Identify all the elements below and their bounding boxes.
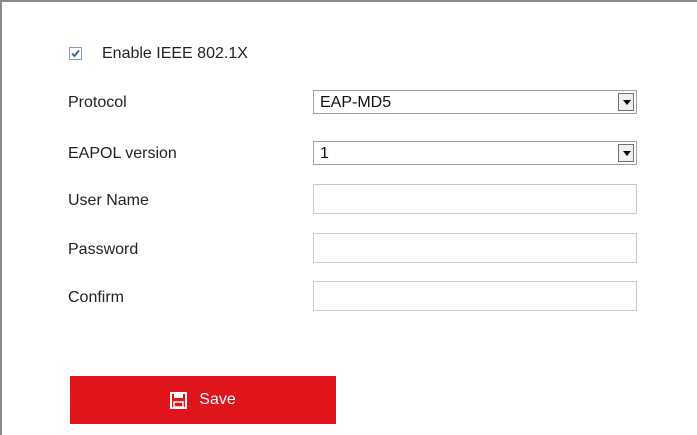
password-label: Password [68,241,139,258]
eapol-version-label: EAPOL version [68,145,177,162]
confirm-label: Confirm [68,289,125,306]
confirm-password-input[interactable] [313,281,637,311]
enable-8021x-checkbox[interactable] [69,47,82,60]
chevron-down-icon[interactable] [618,93,634,111]
user-name-input[interactable] [313,184,637,214]
protocol-selected-value: EAP-MD5 [320,94,392,111]
eapol-version-select[interactable]: 1 [313,141,637,165]
save-button-label: Save [199,391,236,408]
user-name-label: User Name [68,192,149,209]
enable-8021x-label: Enable IEEE 802.1X [102,45,248,62]
password-input[interactable] [313,233,637,263]
chevron-down-icon[interactable] [618,144,634,162]
checkmark-icon [71,49,80,58]
protocol-select[interactable]: EAP-MD5 [313,90,637,114]
save-button[interactable]: Save [70,376,336,424]
protocol-label: Protocol [68,94,127,111]
settings-panel: Enable IEEE 802.1X Protocol EAP-MD5 EAPO… [0,0,697,435]
floppy-disk-icon [170,391,188,409]
eapol-version-selected-value: 1 [320,145,329,162]
